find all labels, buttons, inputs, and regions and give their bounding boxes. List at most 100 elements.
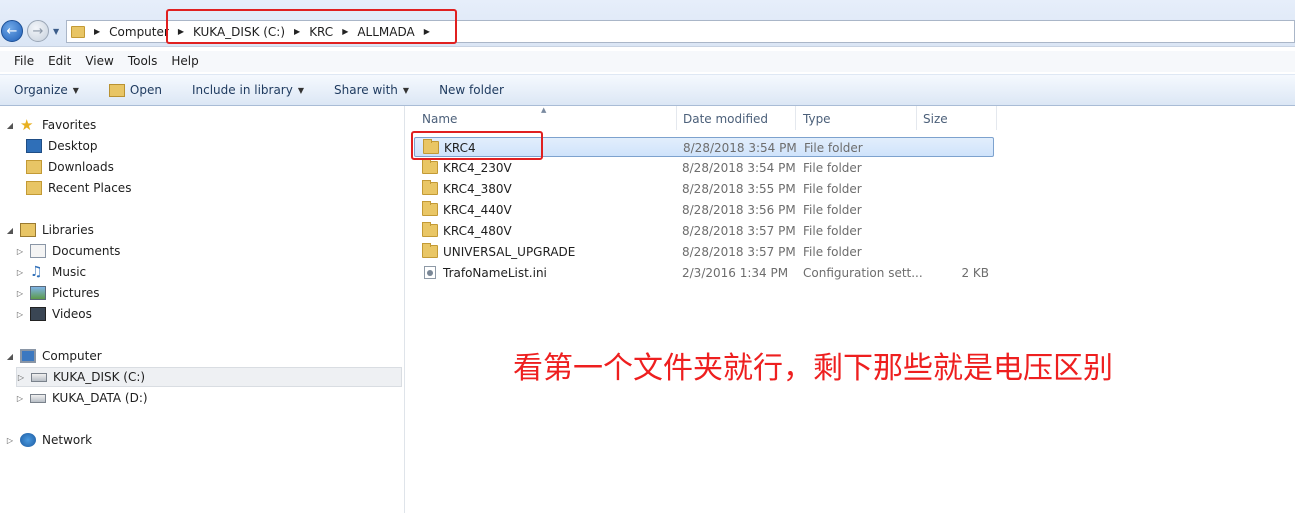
- nav-favorites[interactable]: ◢ ★ Favorites: [6, 115, 96, 135]
- nav-computer[interactable]: ◢ Computer: [6, 346, 102, 366]
- pictures-icon: [30, 286, 46, 300]
- nav-label: Recent Places: [48, 181, 132, 195]
- folder-icon: [422, 159, 438, 174]
- breadcrumb-arrow-icon[interactable]: ▶: [294, 27, 300, 36]
- nav-recent-places[interactable]: Recent Places: [26, 178, 131, 198]
- nav-label: KUKA_DISK (C:): [53, 370, 146, 384]
- menu-file[interactable]: File: [0, 51, 41, 72]
- open-folder-icon: [108, 83, 125, 97]
- column-divider[interactable]: [996, 106, 997, 130]
- nav-videos[interactable]: ▷ Videos: [16, 304, 92, 324]
- drive-icon: [30, 393, 46, 403]
- file-row[interactable]: KRC4_440V 8/28/2018 3:56 PM File folder: [414, 200, 994, 220]
- file-type: File folder: [803, 245, 862, 259]
- expand-arrow-icon[interactable]: ▷: [16, 310, 24, 319]
- nav-label: Pictures: [52, 286, 100, 300]
- column-header-size[interactable]: Size: [923, 112, 948, 126]
- organize-button[interactable]: Organize ▼: [14, 83, 79, 97]
- breadcrumb-arrow-icon[interactable]: ▶: [342, 27, 348, 36]
- menu-edit[interactable]: Edit: [41, 51, 78, 72]
- organize-label: Organize: [14, 83, 68, 97]
- expand-arrow-icon[interactable]: ▷: [16, 394, 24, 403]
- menu-bar: File Edit View Tools Help: [0, 51, 1295, 72]
- new-folder-button[interactable]: New folder: [439, 83, 504, 97]
- file-row[interactable]: KRC4_380V 8/28/2018 3:55 PM File folder: [414, 179, 994, 199]
- nav-libraries[interactable]: ◢ Libraries: [6, 220, 94, 240]
- nav-pictures[interactable]: ▷ Pictures: [16, 283, 100, 303]
- file-row[interactable]: KRC4_230V 8/28/2018 3:54 PM File folder: [414, 158, 994, 178]
- nav-label: Music: [52, 265, 87, 279]
- expand-arrow-icon[interactable]: ▷: [16, 247, 24, 256]
- address-box[interactable]: ▶ Computer ▶ KUKA_DISK (C:) ▶ KRC ▶ ALLM…: [66, 20, 1295, 43]
- column-header-bar: Name Date modified Type Size: [405, 106, 1295, 130]
- nav-label: Libraries: [42, 223, 94, 237]
- folder-icon: [422, 180, 438, 195]
- recent-pages-dropdown-icon[interactable]: ▼: [53, 27, 59, 36]
- expand-arrow-icon[interactable]: ▷: [17, 373, 25, 382]
- forward-button[interactable]: →: [27, 20, 49, 42]
- breadcrumb-kuka-disk[interactable]: KUKA_DISK (C:): [193, 25, 285, 39]
- breadcrumb-allmada[interactable]: ALLMADA: [357, 25, 414, 39]
- config-file-icon: [424, 266, 436, 279]
- network-icon: [20, 433, 36, 447]
- column-header-name[interactable]: Name: [422, 112, 457, 126]
- breadcrumb-arrow-icon[interactable]: ▶: [94, 27, 100, 36]
- menu-help[interactable]: Help: [164, 51, 205, 72]
- column-divider[interactable]: [916, 106, 917, 130]
- chevron-down-icon: ▼: [72, 85, 79, 95]
- breadcrumb-arrow-icon[interactable]: ▶: [178, 27, 184, 36]
- collapse-arrow-icon[interactable]: ◢: [6, 226, 14, 235]
- nav-music[interactable]: ▷ ♫ Music: [16, 262, 86, 282]
- include-in-library-button[interactable]: Include in library ▼: [192, 83, 304, 97]
- folder-icon: [422, 222, 438, 237]
- menu-view[interactable]: View: [78, 51, 120, 72]
- annotation-text: 看第一个文件夹就行，剩下那些就是电压区别: [513, 351, 1113, 386]
- breadcrumb-arrow-icon[interactable]: ▶: [424, 27, 430, 36]
- nav-network[interactable]: ▷ Network: [6, 430, 92, 450]
- column-header-type[interactable]: Type: [803, 112, 831, 126]
- recent-places-icon: [26, 181, 42, 195]
- breadcrumb: ▶ Computer ▶ KUKA_DISK (C:) ▶ KRC ▶ ALLM…: [71, 21, 430, 42]
- nav-downloads[interactable]: Downloads: [26, 157, 114, 177]
- nav-kuka-disk[interactable]: ▷ KUKA_DISK (C:): [16, 367, 402, 387]
- collapse-arrow-icon[interactable]: ◢: [6, 352, 14, 361]
- open-button[interactable]: Open: [108, 83, 162, 97]
- nav-label: Favorites: [42, 118, 97, 132]
- breadcrumb-computer[interactable]: Computer: [109, 25, 169, 39]
- collapse-arrow-icon[interactable]: ◢: [6, 121, 14, 130]
- column-divider[interactable]: [795, 106, 796, 130]
- share-with-button[interactable]: Share with ▼: [334, 83, 409, 97]
- file-row[interactable]: UNIVERSAL_UPGRADE 8/28/2018 3:57 PM File…: [414, 242, 994, 262]
- expand-arrow-icon[interactable]: ▷: [6, 436, 14, 445]
- nav-documents[interactable]: ▷ Documents: [16, 241, 120, 261]
- back-arrow-icon: ←: [6, 23, 18, 39]
- file-row[interactable]: TrafoNameList.ini 2/3/2016 1:34 PM Confi…: [414, 263, 994, 283]
- nav-kuka-data[interactable]: ▷ KUKA_DATA (D:): [16, 388, 148, 408]
- navigation-pane: ◢ ★ Favorites Desktop Downloads Recent P…: [0, 106, 405, 513]
- chevron-down-icon: ▼: [402, 85, 410, 95]
- file-row[interactable]: KRC4_480V 8/28/2018 3:57 PM File folder: [414, 221, 994, 241]
- file-type: Configuration sett...: [803, 266, 923, 280]
- file-size: 2 KB: [961, 266, 989, 280]
- breadcrumb-krc[interactable]: KRC: [309, 25, 333, 39]
- nav-label: Downloads: [48, 160, 114, 174]
- nav-desktop[interactable]: Desktop: [26, 136, 98, 156]
- expand-arrow-icon[interactable]: ▷: [16, 268, 24, 277]
- forward-arrow-icon: →: [32, 23, 44, 39]
- chevron-down-icon: ▼: [297, 85, 304, 95]
- file-date: 8/28/2018 3:57 PM: [682, 245, 796, 259]
- menu-tools[interactable]: Tools: [121, 51, 165, 72]
- folder-icon: [422, 201, 438, 216]
- folder-icon: [423, 139, 439, 154]
- file-name: KRC4_230V: [443, 161, 512, 175]
- back-button[interactable]: ←: [1, 20, 23, 42]
- column-header-date[interactable]: Date modified: [683, 112, 768, 126]
- new-folder-label: New folder: [439, 83, 504, 97]
- file-type: File folder: [803, 224, 862, 238]
- expand-arrow-icon[interactable]: ▷: [16, 289, 24, 298]
- file-row[interactable]: KRC4 8/28/2018 3:54 PM File folder: [414, 137, 994, 157]
- nav-label: Computer: [42, 349, 102, 363]
- address-bar-region: ← → ▼ ▶ Computer ▶ KUKA_DISK (C:) ▶ KRC …: [0, 0, 1295, 47]
- column-divider[interactable]: [676, 106, 677, 130]
- file-date: 8/28/2018 3:54 PM: [683, 141, 797, 155]
